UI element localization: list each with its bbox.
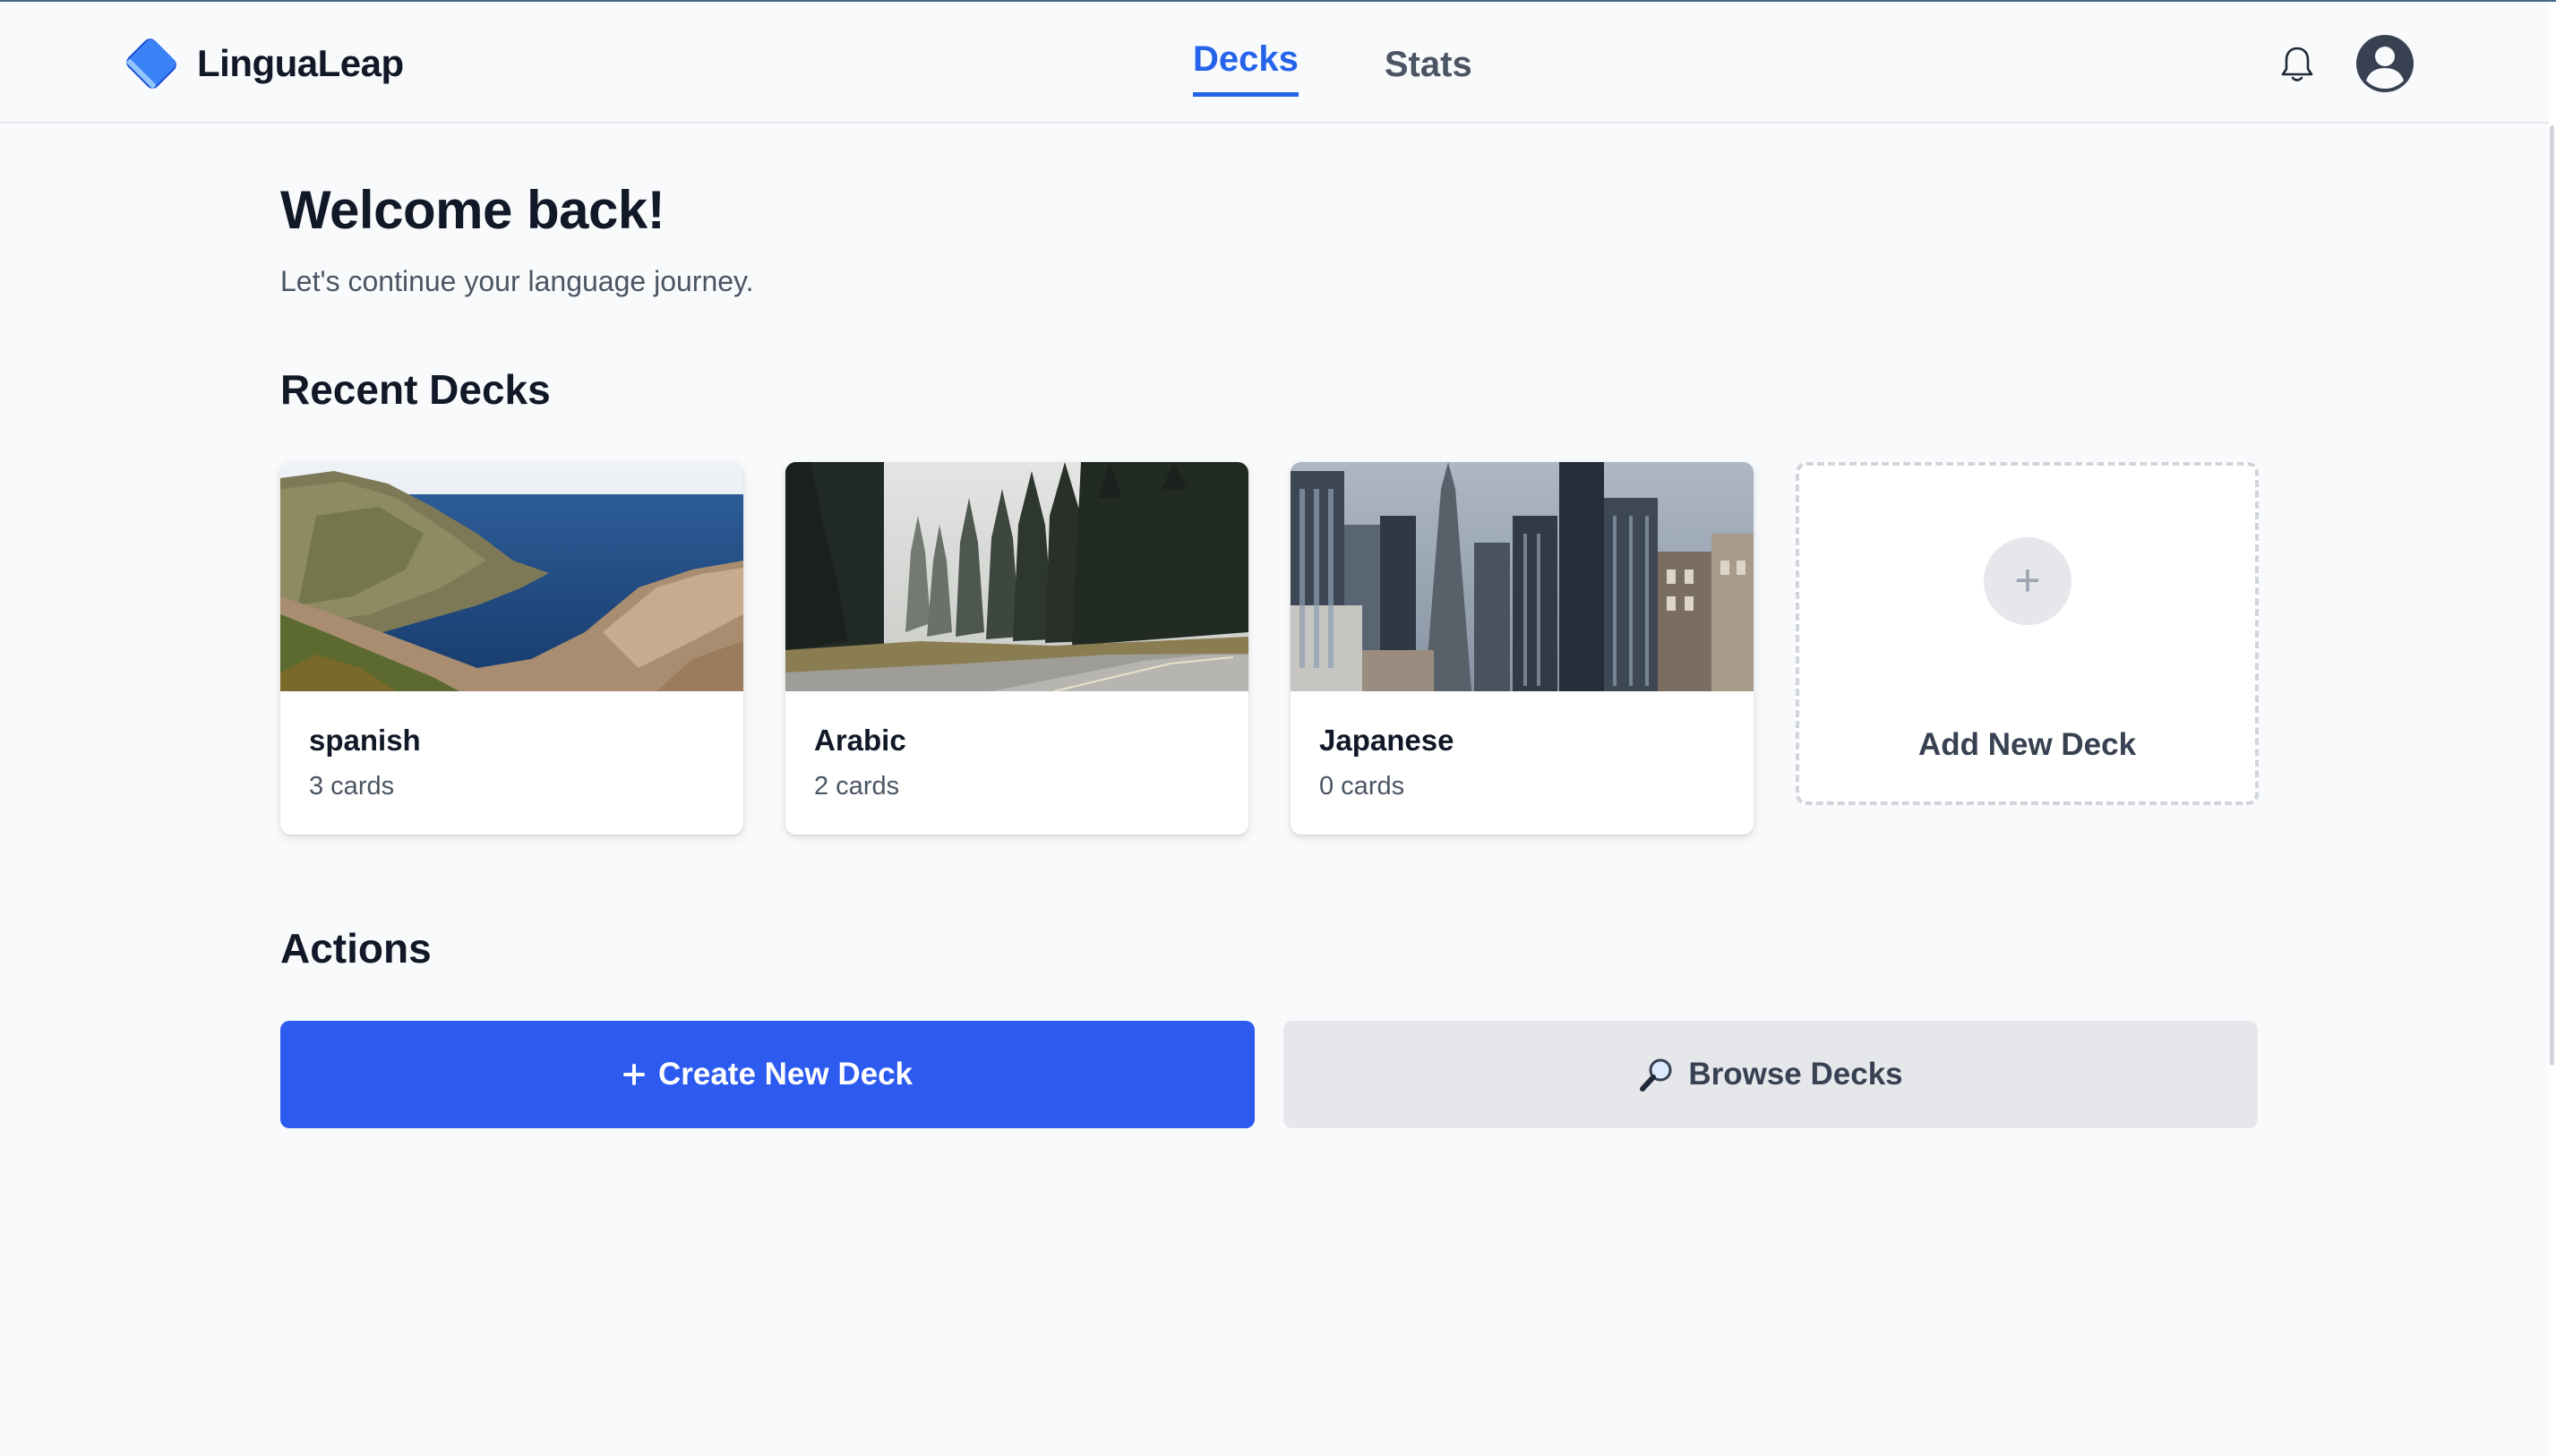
logo-icon xyxy=(126,39,176,89)
scrollbar-thumb[interactable] xyxy=(2550,125,2554,1066)
main-nav: Decks Stats xyxy=(1193,32,1472,102)
deck-card-japanese[interactable]: Japanese 0 cards xyxy=(1291,462,1754,835)
deck-card-count: 0 cards xyxy=(1319,772,1405,801)
magnifier-icon xyxy=(1638,1056,1676,1093)
tab-stats[interactable]: Stats xyxy=(1385,38,1472,102)
browse-decks-button[interactable]: Browse Decks xyxy=(1283,1021,2258,1128)
create-new-deck-button[interactable]: Create New Deck xyxy=(280,1021,1255,1128)
create-new-deck-label: Create New Deck xyxy=(657,1057,913,1092)
deck-card-arabic[interactable]: Arabic 2 cards xyxy=(785,462,1248,835)
deck-card-count: 3 cards xyxy=(309,772,395,801)
user-avatar-icon[interactable] xyxy=(2355,34,2414,93)
recent-decks-heading: Recent Decks xyxy=(280,366,551,413)
top-navbar: LinguaLeap Decks Stats xyxy=(0,2,2549,124)
app-name: LinguaLeap xyxy=(197,42,404,84)
plus-icon: + xyxy=(1984,537,2071,625)
page-subtitle: Let's continue your language journey. xyxy=(280,265,754,297)
brand[interactable]: LinguaLeap xyxy=(120,32,404,95)
deck-image-forest-road xyxy=(785,462,1248,691)
deck-image-coast xyxy=(280,462,743,691)
plus-icon xyxy=(622,1063,646,1086)
page-title: Welcome back! xyxy=(280,180,665,240)
actions-heading: Actions xyxy=(280,925,432,972)
deck-name: spanish xyxy=(309,724,421,757)
deck-name: Japanese xyxy=(1319,724,1454,757)
bell-icon[interactable] xyxy=(2278,45,2316,84)
add-new-deck-label: Add New Deck xyxy=(1917,727,2137,762)
tab-decks[interactable]: Decks xyxy=(1193,32,1299,97)
add-new-deck-card[interactable]: + Add New Deck xyxy=(1796,462,2259,805)
deck-image-city xyxy=(1291,462,1754,691)
deck-card-spanish[interactable]: spanish 3 cards xyxy=(280,462,743,835)
deck-name: Arabic xyxy=(814,724,906,757)
browse-decks-label: Browse Decks xyxy=(1688,1057,1903,1092)
deck-card-count: 2 cards xyxy=(814,772,900,801)
